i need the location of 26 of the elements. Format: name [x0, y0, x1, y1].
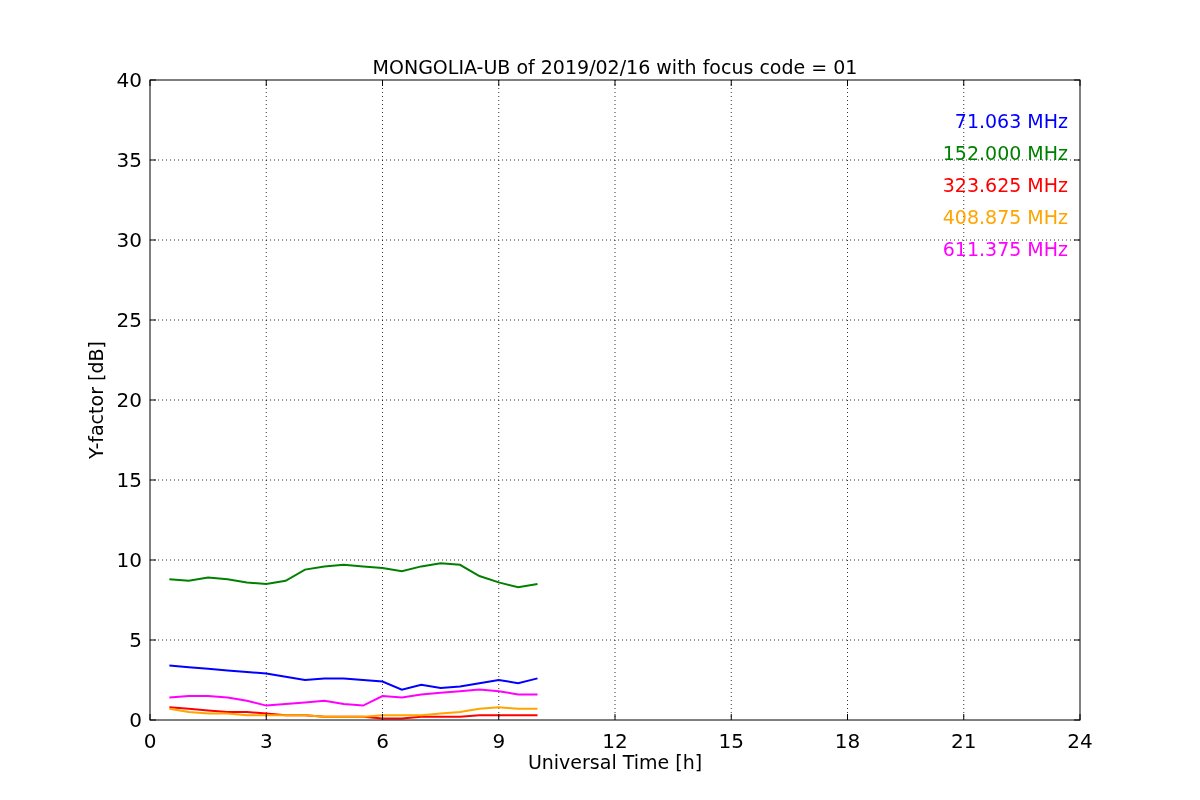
- x-tick-label: 3: [259, 729, 273, 753]
- x-tick-label: 18: [834, 729, 861, 753]
- y-tick-label: 20: [116, 388, 142, 412]
- y-tick-label: 15: [116, 468, 142, 492]
- x-tick-label: 24: [1067, 729, 1093, 753]
- legend-label: 408.875 MHz: [942, 206, 1068, 228]
- chart-title: MONGOLIA-UB of 2019/02/16 with focus code = 01: [372, 56, 858, 78]
- y-tick-label: 35: [116, 148, 142, 172]
- legend-label: 152.000 MHz: [942, 142, 1068, 164]
- x-tick-label: 6: [376, 729, 389, 753]
- y-tick-label: 10: [116, 548, 142, 572]
- x-axis-label: Universal Time [h]: [527, 751, 703, 773]
- y-tick-label: 40: [116, 68, 142, 92]
- y-tick-label: 25: [116, 308, 142, 332]
- legend-label: 71.063 MHz: [954, 110, 1068, 132]
- x-tick-label: 0: [143, 729, 157, 753]
- y-tick-label: 30: [116, 228, 142, 252]
- x-tick-label: 21: [951, 729, 977, 753]
- x-tick-label: 9: [492, 729, 506, 753]
- y-tick-label: 5: [129, 628, 142, 652]
- legend-label: 323.625 MHz: [942, 174, 1068, 196]
- x-tick-label: 12: [602, 729, 628, 753]
- y-axis-label: Y-factor [dB]: [85, 341, 107, 459]
- y-tick-label: 0: [129, 708, 142, 732]
- x-tick-label: 15: [718, 729, 744, 753]
- legend-label: 611.375 MHz: [942, 238, 1068, 260]
